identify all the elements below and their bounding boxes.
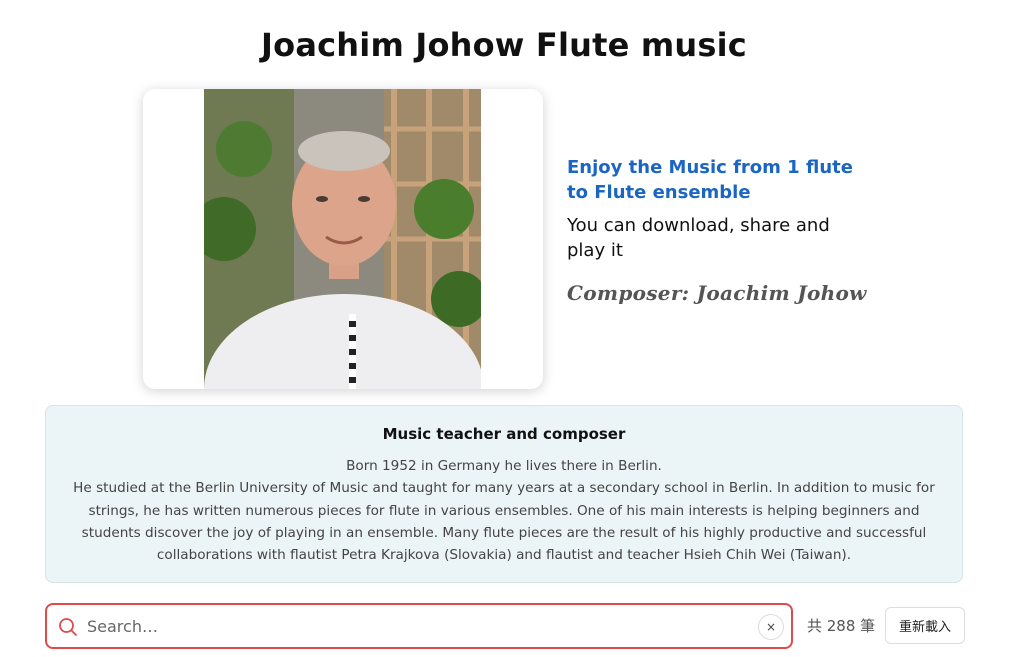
bio-line-1: Born 1952 in Germany he lives there in B… — [346, 458, 662, 474]
composer-signature: Composer: Joachim Johow — [567, 281, 867, 305]
reload-button[interactable]: 重新載入 — [885, 607, 965, 644]
bio-box: Music teacher and composer Born 1952 in … — [45, 405, 963, 583]
bio-title: Music teacher and composer — [382, 425, 626, 443]
page: Joachim Johow Flute music Enjoy the Musi… — [0, 0, 1031, 657]
bio-text: Born 1952 in Germany he lives there in B… — [60, 455, 948, 566]
intro-heading: Enjoy the Music from 1 flute to Flute en… — [567, 157, 853, 203]
result-count: 共 288 筆 — [807, 617, 876, 635]
search-box: × — [45, 603, 793, 649]
composer-photo — [204, 89, 481, 389]
search-input[interactable] — [87, 613, 747, 639]
search-icon — [59, 618, 77, 636]
intro-panel: Enjoy the Music from 1 flute to Flute en… — [567, 155, 867, 305]
intro-text: You can download, share and play it — [567, 215, 830, 261]
photo-card — [143, 89, 543, 389]
clear-search-button[interactable]: × — [758, 614, 784, 640]
page-title: Joachim Johow Flute music — [261, 26, 747, 64]
bio-body: He studied at the Berlin University of M… — [73, 480, 935, 564]
